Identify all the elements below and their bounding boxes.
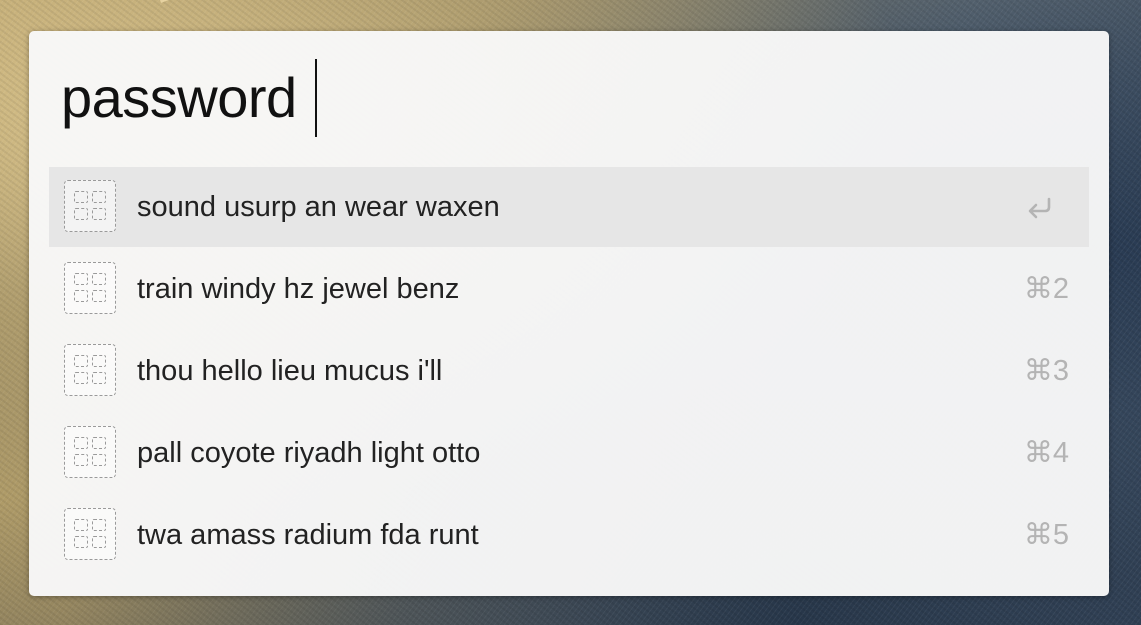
- generic-app-icon: [64, 426, 116, 478]
- result-item-4[interactable]: pall coyote riyadh light otto ⌘4: [49, 413, 1089, 493]
- result-title: thou hello lieu mucus i'll: [137, 355, 443, 387]
- result-item-5[interactable]: twa amass radium fda runt ⌘5: [49, 495, 1089, 575]
- results-list: sound usurp an wear waxen train windy hz…: [49, 167, 1089, 577]
- generic-app-icon: [64, 262, 116, 314]
- keyboard-shortcut: ⌘5: [1023, 519, 1069, 551]
- generic-app-icon: [64, 344, 116, 396]
- keyboard-shortcut: ⌘2: [1023, 273, 1069, 305]
- text-caret: [314, 59, 317, 137]
- enter-icon: [1028, 197, 1051, 219]
- generic-app-icon: [64, 508, 116, 560]
- launcher-panel: password sound usurp an wear waxen train…: [29, 31, 1109, 596]
- result-item-3[interactable]: thou hello lieu mucus i'll ⌘3: [49, 331, 1089, 411]
- result-item-2[interactable]: train windy hz jewel benz ⌘2: [49, 249, 1089, 329]
- result-title: sound usurp an wear waxen: [137, 191, 500, 223]
- result-title: pall coyote riyadh light otto: [137, 437, 481, 469]
- result-title: twa amass radium fda runt: [137, 519, 479, 551]
- search-input[interactable]: password: [61, 59, 297, 137]
- generic-app-icon: [64, 180, 116, 232]
- keyboard-shortcut: ⌘3: [1023, 355, 1069, 387]
- result-item-1[interactable]: sound usurp an wear waxen: [49, 167, 1089, 247]
- result-title: train windy hz jewel benz: [137, 273, 460, 305]
- search-bar[interactable]: password: [61, 59, 317, 137]
- keyboard-shortcut: ⌘4: [1023, 437, 1069, 469]
